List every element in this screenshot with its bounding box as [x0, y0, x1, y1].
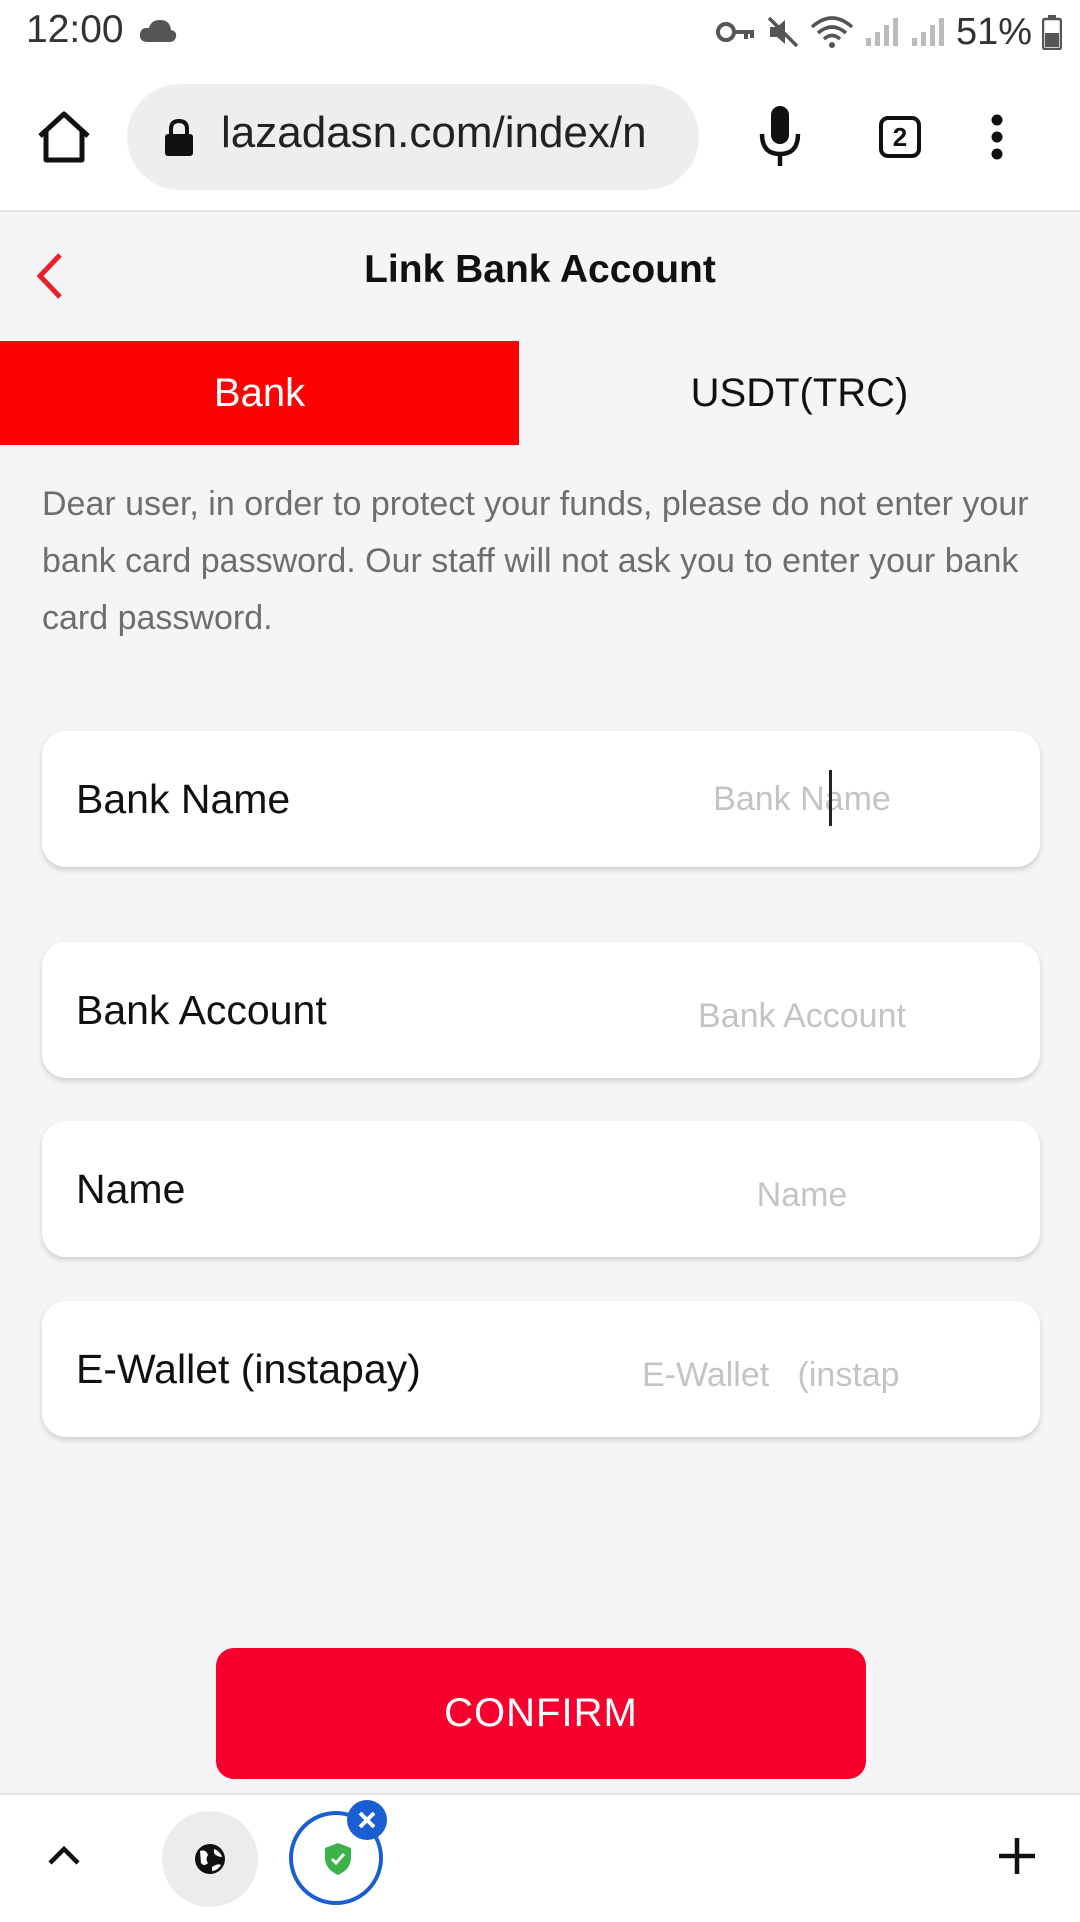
- page-title: Link Bank Account: [364, 248, 716, 291]
- e-wallet-input[interactable]: [642, 1345, 982, 1405]
- close-icon[interactable]: [347, 1800, 387, 1840]
- bank-account-label: Bank Account: [76, 987, 327, 1033]
- e-wallet-card: E-Wallet (instapay): [42, 1301, 1040, 1437]
- cloud-icon: [138, 18, 178, 49]
- bottom-toolbar: [0, 1793, 1080, 1922]
- wifi-icon: [810, 15, 854, 49]
- home-icon: [38, 111, 90, 163]
- e-wallet-label: E-Wallet (instapay): [76, 1346, 421, 1392]
- status-time: 12:00: [26, 8, 124, 51]
- shield-icon: [325, 1843, 351, 1875]
- tab-usdt-trc[interactable]: USDT(TRC): [519, 341, 1080, 445]
- mic-icon: [759, 106, 801, 166]
- globe-button[interactable]: [162, 1811, 258, 1907]
- name-label: Name: [76, 1166, 186, 1212]
- voice-search-button[interactable]: [756, 104, 804, 175]
- battery-percent: 51%: [955, 10, 1032, 53]
- browser-toolbar: lazadasn.com/index/n 2: [0, 64, 1080, 212]
- signal-icon: [864, 16, 900, 48]
- name-input[interactable]: [602, 1165, 1002, 1225]
- tabs-icon[interactable]: 2: [879, 116, 921, 158]
- lock-icon: [163, 118, 195, 162]
- confirm-button[interactable]: CONFIRM: [216, 1648, 866, 1779]
- tab-bank[interactable]: Bank: [0, 341, 519, 445]
- account-type-tabs: Bank USDT(TRC): [0, 341, 1080, 445]
- globe-icon: [195, 1844, 225, 1874]
- mute-icon: [766, 15, 800, 49]
- battery-icon: [1042, 14, 1062, 50]
- status-bar: 12:00 51%: [0, 0, 1080, 64]
- bank-name-card: Bank Name: [42, 731, 1040, 867]
- key-icon: [715, 19, 756, 45]
- name-card: Name: [42, 1121, 1040, 1257]
- bank-account-card: Bank Account: [42, 942, 1040, 1078]
- signal-icon: [910, 16, 946, 48]
- url-text: lazadasn.com/index/n: [221, 108, 647, 157]
- bank-name-label: Bank Name: [76, 776, 291, 822]
- text-cursor: [829, 770, 832, 826]
- home-button[interactable]: [34, 108, 94, 168]
- security-notice: Dear user, in order to protect your fund…: [42, 485, 1029, 637]
- more-icon[interactable]: [990, 114, 1004, 165]
- status-icons: 51%: [715, 8, 1062, 56]
- address-bar[interactable]: lazadasn.com/index/n: [127, 84, 699, 190]
- chevron-up-icon[interactable]: [44, 1835, 84, 1880]
- page-header: Link Bank Account: [0, 212, 1080, 340]
- bank-account-input[interactable]: [602, 986, 1002, 1046]
- plus-icon[interactable]: [996, 1835, 1038, 1882]
- bank-name-input[interactable]: [602, 769, 1002, 829]
